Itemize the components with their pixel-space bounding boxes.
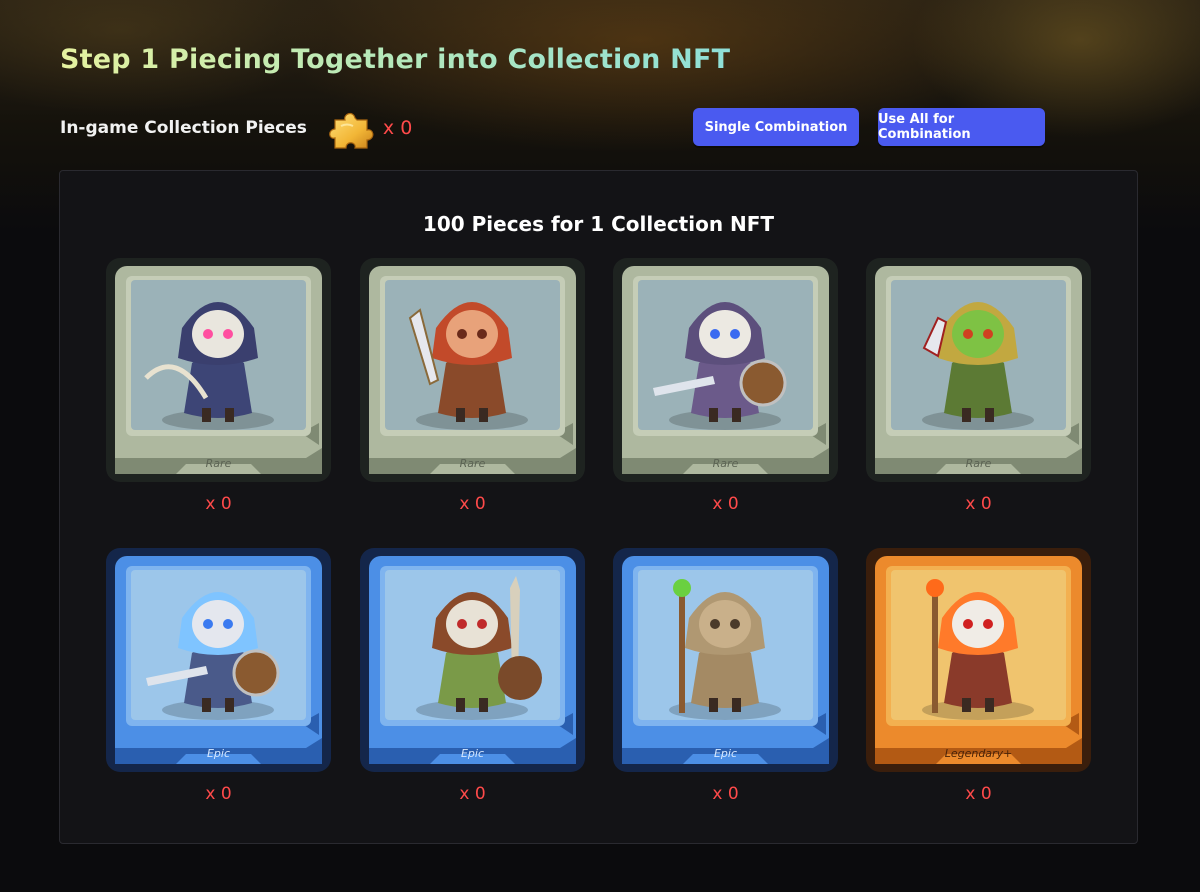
- rarity-label: Rare: [712, 457, 739, 470]
- card-count: x 0: [712, 494, 739, 514]
- card-count: x 0: [712, 784, 739, 804]
- collection-card-red-bearded-warrior[interactable]: Rare: [360, 258, 585, 482]
- collection-card-ice-skeleton-knight[interactable]: Epic: [106, 548, 331, 772]
- page: Step 1 Piecing Together into Collection …: [0, 0, 1200, 892]
- collection-pieces-label: In-game Collection Pieces: [60, 118, 307, 138]
- collection-card-skeleton-swordsman[interactable]: Rare: [613, 258, 838, 482]
- rarity-label: Rare: [459, 457, 486, 470]
- page-title: Step 1 Piecing Together into Collection …: [60, 44, 731, 75]
- card-count: x 0: [205, 784, 232, 804]
- combination-panel: 100 Pieces for 1 Collection NFT Rare x 0…: [59, 170, 1138, 844]
- rarity-label: Epic: [206, 747, 231, 760]
- rarity-label: Rare: [205, 457, 232, 470]
- collection-card-antlered-goblin[interactable]: Epic: [360, 548, 585, 772]
- rarity-label: Epic: [460, 747, 485, 760]
- card-count: x 0: [459, 494, 486, 514]
- collection-card-skeleton-archer[interactable]: Rare: [106, 258, 331, 482]
- use-all-combination-button[interactable]: Use All for Combination: [878, 108, 1045, 146]
- card-count: x 0: [459, 784, 486, 804]
- panel-title: 100 Pieces for 1 Collection NFT: [422, 212, 775, 236]
- collection-pieces-row: In-game Collection Pieces x 0: [60, 106, 412, 150]
- collection-card-hooded-druid[interactable]: Epic: [613, 548, 838, 772]
- rarity-label: Legendary+: [944, 747, 1013, 760]
- rarity-label: Epic: [713, 747, 738, 760]
- card-count: x 0: [205, 494, 232, 514]
- single-combination-button[interactable]: Single Combination: [693, 108, 859, 146]
- collection-card-goblin-warrior[interactable]: Rare: [866, 258, 1091, 482]
- card-count: x 0: [965, 494, 992, 514]
- puzzle-piece-icon: [329, 112, 374, 149]
- collection-pieces-count: x 0: [382, 117, 413, 139]
- collection-card-fire-skull-mage[interactable]: Legendary+: [866, 548, 1091, 772]
- rarity-label: Rare: [965, 457, 992, 470]
- card-count: x 0: [965, 784, 992, 804]
